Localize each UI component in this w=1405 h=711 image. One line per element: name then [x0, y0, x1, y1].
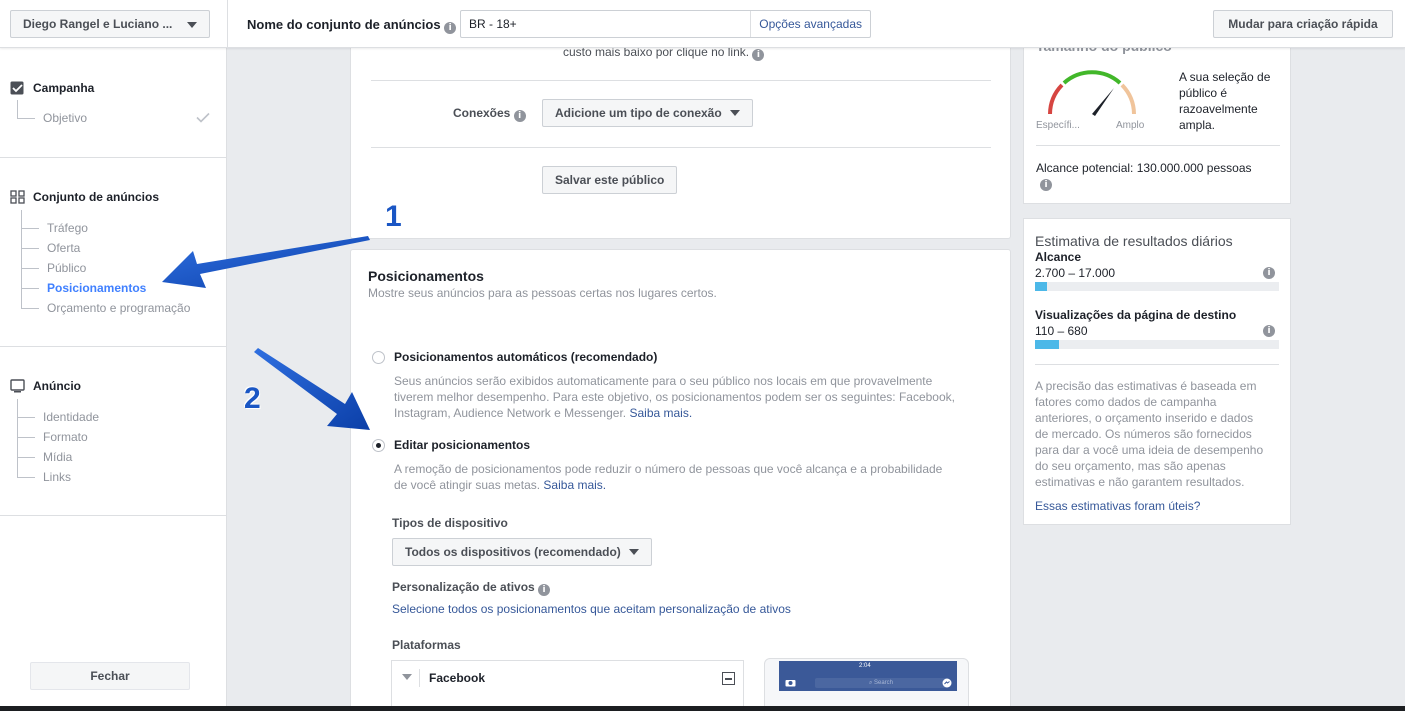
- screen-edge: [0, 706, 1405, 711]
- annotation-overlay: [162, 236, 370, 430]
- arrow-2: [254, 348, 370, 430]
- annotation-step-1: 1: [385, 200, 402, 233]
- arrow-1: [162, 236, 370, 288]
- annotation-step-2: 2: [244, 382, 261, 415]
